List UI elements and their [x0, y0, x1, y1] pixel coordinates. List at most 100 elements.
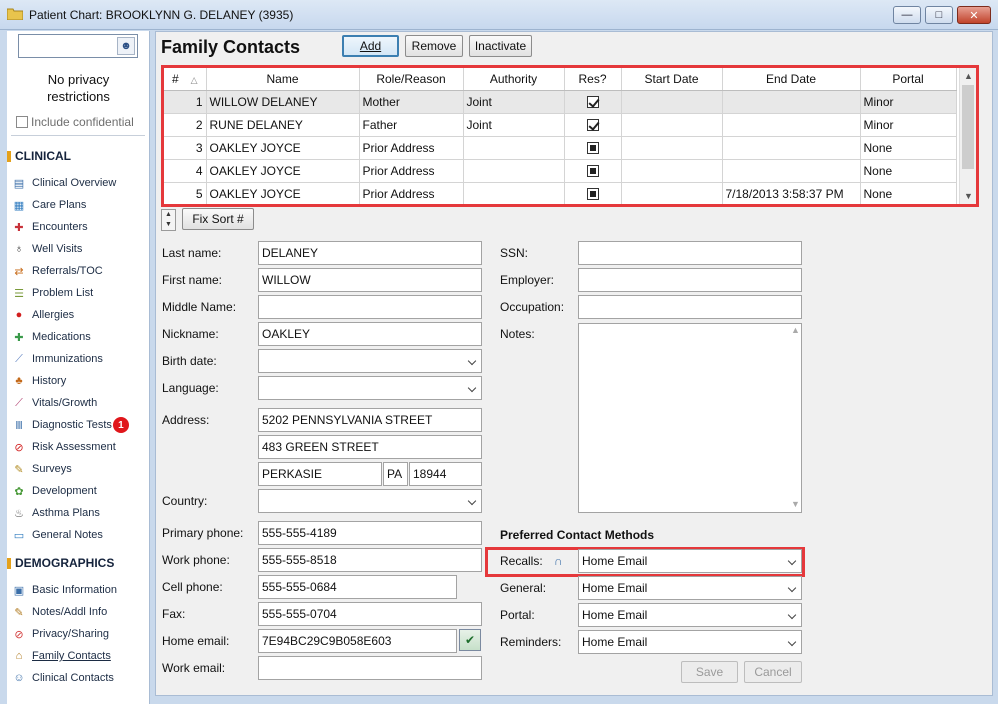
sidebar-item-vitals-growth[interactable]: ⟋ Vitals/Growth [11, 392, 150, 414]
spin-up-icon[interactable]: ▲ [162, 210, 175, 220]
recalls-label: Recalls: [500, 554, 543, 568]
column-header[interactable]: Start Date [621, 68, 723, 91]
zip-input[interactable]: 18944 [409, 462, 482, 486]
fix-sort-button[interactable]: Fix Sort # [182, 208, 254, 230]
address-line2-input[interactable]: 483 GREEN STREET [258, 435, 482, 459]
table-row[interactable]: 4 OAKLEY JOYCE Prior Address None [164, 159, 957, 183]
maximize-button[interactable]: □ [925, 6, 953, 24]
sidebar-item-clinical-overview[interactable]: ▤ Clinical Overview [11, 172, 150, 194]
sidebar-divider [11, 135, 145, 136]
cell-portal: None [860, 182, 957, 204]
sidebar-item-label: Asthma Plans [32, 507, 100, 519]
sidebar-item-development[interactable]: ✿ Development [11, 480, 150, 502]
column-header[interactable]: Role/Reason [359, 68, 464, 91]
work-email-input[interactable] [258, 656, 482, 680]
column-header[interactable]: Res? [564, 68, 622, 91]
birth-date-picker[interactable] [258, 349, 482, 373]
notes-textarea[interactable] [578, 323, 802, 513]
reminders-select[interactable]: Home Email [578, 630, 802, 654]
sidebar-item-medications[interactable]: ✚ Medications [11, 326, 150, 348]
sidebar-item-referrals-toc[interactable]: ⇄ Referrals/TOC [11, 260, 150, 282]
sidebar-item-encounters[interactable]: ✚ Encounters [11, 216, 150, 238]
scroll-down-icon[interactable]: ▼ [960, 188, 976, 204]
remove-button[interactable]: Remove [405, 35, 463, 57]
minimize-button[interactable]: — [893, 6, 921, 24]
column-header[interactable]: Authority [463, 68, 565, 91]
page-title: Family Contacts [161, 37, 301, 57]
notes-scrollbar[interactable]: ▲ ▼ [788, 323, 804, 513]
sidebar-item-well-visits[interactable]: ♁ Well Visits [11, 238, 150, 260]
add-button[interactable]: Add [342, 35, 399, 57]
scroll-up-icon[interactable]: ▲ [960, 68, 976, 84]
res-cell [564, 159, 622, 183]
save-button[interactable]: Save [681, 661, 738, 683]
sidebar-item-risk-assessment[interactable]: ⊘ Risk Assessment [11, 436, 150, 458]
grid-scrollbar[interactable]: ▲ ▼ [959, 68, 976, 204]
column-header[interactable]: Portal [860, 68, 957, 91]
column-header[interactable]: # △ [164, 68, 207, 91]
sidebar-item-diagnostic-tests[interactable]: Ⅲ Diagnostic Tests 1 [11, 414, 150, 436]
recalls-select[interactable]: Home Email [578, 549, 802, 573]
section-accent [7, 150, 11, 162]
sidebar-item-asthma-plans[interactable]: ♨ Asthma Plans [11, 502, 150, 524]
primary-phone-input[interactable]: 555-555-4189 [258, 521, 482, 545]
table-row[interactable]: 1 WILLOW DELANEY Mother Joint Minor [164, 90, 957, 114]
sidebar-item-notes-addl-info[interactable]: ✎ Notes/Addl Info [11, 601, 150, 623]
scroll-thumb[interactable] [962, 85, 974, 169]
sidebar-item-general-notes[interactable]: ▭ General Notes [11, 524, 150, 546]
sidebar-item-care-plans[interactable]: ▦ Care Plans [11, 194, 150, 216]
middle-name-input[interactable] [258, 295, 482, 319]
include-confidential-checkbox[interactable]: Include confidential [16, 115, 134, 129]
last-name-input[interactable]: DELANEY [258, 241, 482, 265]
sidebar-item-privacy-sharing[interactable]: ⊘ Privacy/Sharing [11, 623, 150, 645]
city-input[interactable]: PERKASIE [258, 462, 382, 486]
table-row[interactable]: 3 OAKLEY JOYCE Prior Address None [164, 136, 957, 160]
patient-lookup-icon[interactable]: ☻ [117, 37, 135, 55]
first-name-input[interactable]: WILLOW [258, 268, 482, 292]
state-input[interactable]: PA [383, 462, 408, 486]
column-header[interactable]: Name [206, 68, 360, 91]
cell-name: OAKLEY JOYCE [206, 159, 360, 183]
sort-spinner[interactable]: ▲ ▼ [161, 209, 176, 231]
column-header-label: End Date [765, 71, 817, 86]
occupation-input[interactable] [578, 295, 802, 319]
table-row[interactable]: 2 RUNE DELANEY Father Joint Minor [164, 113, 957, 137]
recall-link-icon[interactable]: ∩ [554, 554, 563, 568]
language-select[interactable] [258, 376, 482, 400]
sidebar-item-allergies[interactable]: ● Allergies [11, 304, 150, 326]
column-header[interactable]: End Date [722, 68, 861, 91]
close-button[interactable]: ✕ [957, 6, 991, 24]
address-line1-input[interactable]: 5202 PENNSYLVANIA STREET [258, 408, 482, 432]
cancel-button[interactable]: Cancel [744, 661, 802, 683]
notes-scroll-down-icon[interactable]: ▼ [791, 499, 800, 509]
work-phone-input[interactable]: 555-555-8518 [258, 548, 482, 572]
notes-scroll-up-icon[interactable]: ▲ [791, 325, 800, 335]
email-picker-icon[interactable]: ✔ [459, 629, 481, 651]
inactivate-button[interactable]: Inactivate [469, 35, 532, 57]
fax-input[interactable]: 555-555-0704 [258, 602, 482, 626]
sidebar-item-clinical-contacts[interactable]: ☺ Clinical Contacts [11, 667, 150, 689]
general-select[interactable]: Home Email [578, 576, 802, 600]
spin-down-icon[interactable]: ▼ [162, 220, 175, 230]
home-email-input[interactable]: 7E94BC29C9B058E603 [258, 629, 457, 653]
checkbox-box[interactable] [16, 116, 28, 128]
cell-num: 3 [164, 136, 207, 160]
sidebar-item-problem-list[interactable]: ☰ Problem List [11, 282, 150, 304]
patient-search-input[interactable]: ☻ [18, 34, 138, 58]
cell-num: 4 [164, 159, 207, 183]
sidebar-item-surveys[interactable]: ✎ Surveys [11, 458, 150, 480]
contacts-grid[interactable]: # △ Name Role/Reason Authority Res? Start Date… [161, 65, 979, 207]
portal-select[interactable]: Home Email [578, 603, 802, 627]
table-row[interactable]: 5 OAKLEY JOYCE Prior Address 7/18/2013 3:58… [164, 182, 957, 204]
sidebar-item-immunizations[interactable]: ⟋ Immunizations [11, 348, 150, 370]
ssn-input[interactable] [578, 241, 802, 265]
sidebar-item-basic-information[interactable]: ▣ Basic Information [11, 579, 150, 601]
reminders-label: Reminders: [500, 635, 562, 649]
cell-phone-input[interactable]: 555-555-0684 [258, 575, 457, 599]
country-select[interactable] [258, 489, 482, 513]
employer-input[interactable] [578, 268, 802, 292]
cell-name: OAKLEY JOYCE [206, 136, 360, 160]
sidebar-item-history[interactable]: ♣ History [11, 370, 150, 392]
nickname-input[interactable]: OAKLEY [258, 322, 482, 346]
sidebar-item-family-contacts[interactable]: ⌂ Family Contacts [11, 645, 150, 667]
